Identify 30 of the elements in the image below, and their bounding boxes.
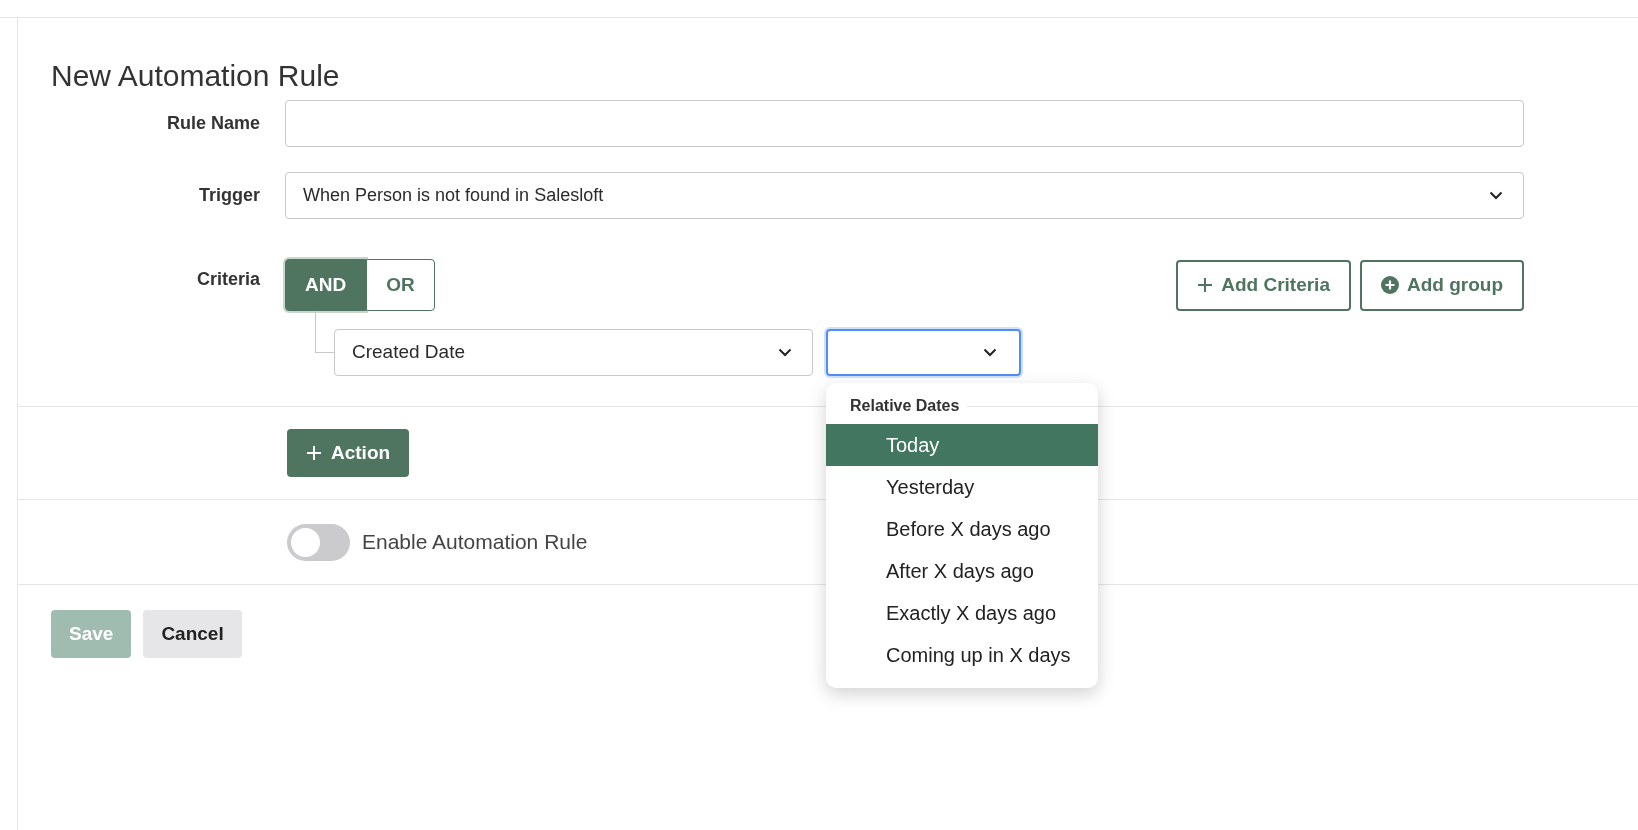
plus-icon [1197,277,1214,293]
logic-toggle-button[interactable]: OR [366,259,435,311]
cancel-button[interactable]: Cancel [143,610,242,658]
add-group-button[interactable]: Add group [1359,259,1524,311]
toggle-label: Enable Automation Rule [362,529,588,556]
plus-icon [306,445,322,461]
field-label: Trigger [198,184,261,207]
condition-select[interactable] [826,329,1021,376]
field-label: Criteria [195,268,261,291]
chevron-down-icon [778,348,792,357]
chevron-down-icon [983,348,997,357]
dropdown-option[interactable]: After X days ago [826,550,1098,592]
trigger-select[interactable]: When Person is not found in Salesloft [285,172,1524,219]
plus-circle-icon [1380,276,1399,294]
page-title: New Automation Rule [51,58,341,94]
dropdown-option[interactable]: Exactly X days ago [826,592,1098,634]
chevron-down-icon [1489,191,1503,200]
group-header: Relative Dates [850,396,960,416]
dropdown-option[interactable]: Today [826,424,1098,466]
connector-line [315,311,334,353]
dropdown-option[interactable]: Coming up in X days [826,634,1098,676]
dropdown-option[interactable]: Yesterday [826,466,1098,508]
field-label: Rule Name [165,112,261,135]
add-criteria-button[interactable]: Add Criteria [1176,259,1351,311]
dropdown-option[interactable]: Before X days ago [826,508,1098,550]
toggle-switch[interactable] [287,523,350,561]
logic-toggle-button[interactable]: AND [285,259,367,311]
add-action-button[interactable]: Action [287,429,410,477]
field-select[interactable]: Created Date [334,329,813,376]
rule-name-input[interactable] [285,100,1524,147]
